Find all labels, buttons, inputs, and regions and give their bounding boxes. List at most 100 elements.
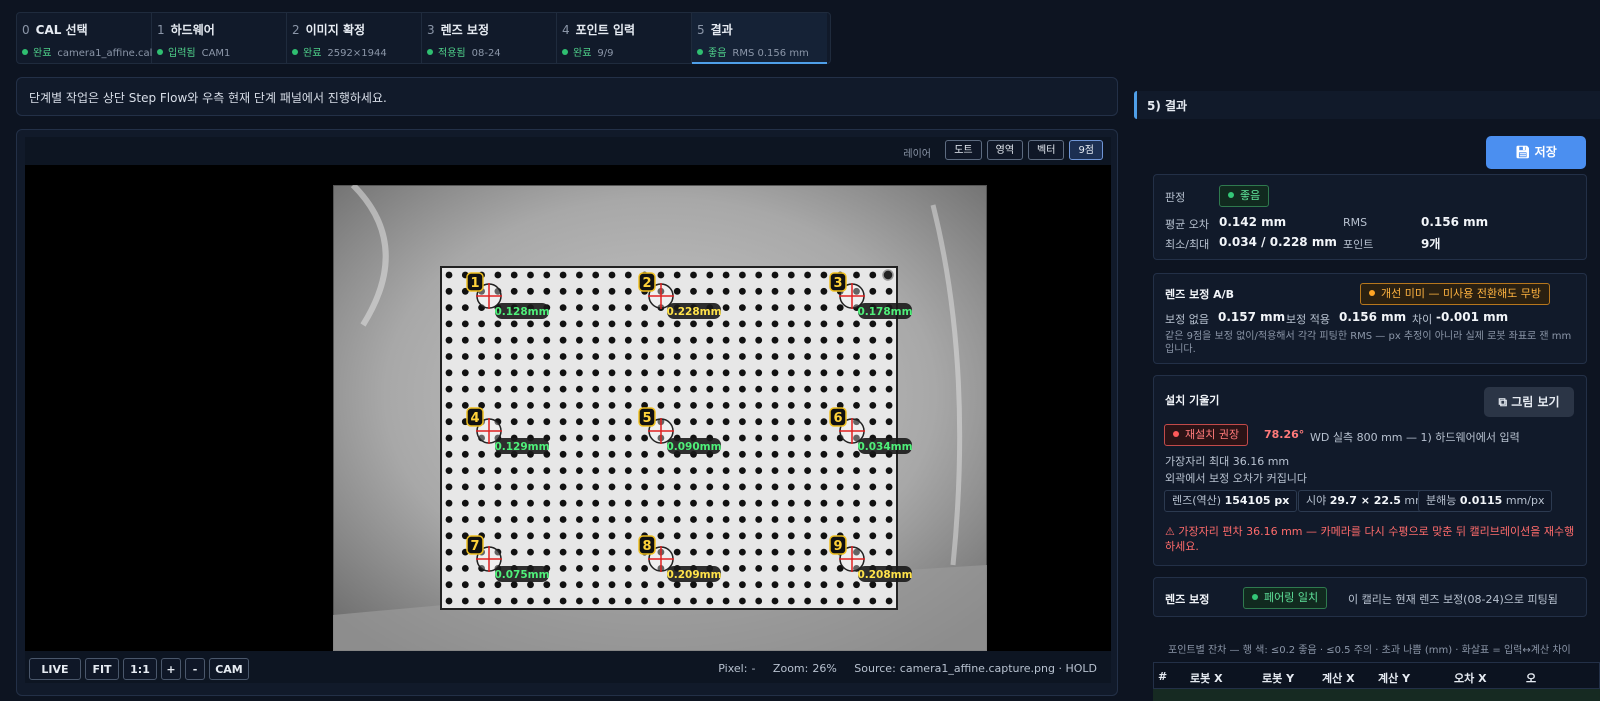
point-id-label: 2 <box>642 276 651 291</box>
step-0[interactable]: 0 CAL 선택완료 camera1_affine.cal <box>17 13 152 63</box>
step-status: 완료 9/9 <box>562 44 687 59</box>
status-dot-icon <box>697 49 703 55</box>
external-link-icon: ⧉ <box>1498 395 1508 409</box>
fov-chip: 시야 29.7 × 22.5 mm <box>1298 490 1434 512</box>
step-4[interactable]: 4 포인트 입력 완료 9/9 <box>557 13 692 63</box>
lens-ab-badge: 개선 미미 — 미사용 전환해도 무방 <box>1360 283 1551 305</box>
mean-value: 0.142 mm <box>1219 215 1287 229</box>
minmax-label: 최소/최대 <box>1165 238 1210 251</box>
step-2[interactable]: 2 이미지 확정완료 2592×1944 <box>287 13 422 63</box>
layer-button-0[interactable]: 도트 <box>945 140 982 160</box>
tilt-card: 설치 기울기 ⧉ 그림 보기 재설치 권장 78.26° WD 실측 800 m… <box>1153 375 1587 566</box>
lens-pairing-label: 렌즈 보정 <box>1165 593 1210 606</box>
panel-title: 5) 결과 <box>1134 91 1600 119</box>
step-status: 적용됨 08-24 <box>427 44 552 59</box>
zoom-in-button[interactable]: + <box>161 658 181 680</box>
column-header: 오 <box>1526 672 1537 685</box>
step-status: 완료 camera1_affine.cal <box>22 44 152 59</box>
point-error-label: 0.129mm <box>494 441 549 453</box>
step-title: 2 이미지 확정 <box>292 23 366 37</box>
tilt-warning: ⚠︎ 가장자리 편차 36.16 mm — 카메라를 다시 수평으로 맞춘 뒤 … <box>1165 525 1575 553</box>
zoom-out-button[interactable]: - <box>185 658 205 680</box>
column-header: 로봇 X <box>1190 672 1223 685</box>
step-title: 1 하드웨어 <box>157 23 215 37</box>
point-error-label: 0.209mm <box>666 569 721 581</box>
wd-note: WD 실측 800 mm — 1) 하드웨어에서 입력 <box>1310 431 1520 444</box>
lens-pairing-note: 이 캘리는 현재 렌즈 보정(08-24)으로 피팅됨 <box>1348 593 1558 606</box>
view-readout: Pixel: - Zoom: 26% Source: camera1_affine.c… <box>718 662 1101 675</box>
step-1[interactable]: 1 하드웨어입력됨 CAM1 <box>152 13 287 63</box>
status-dot-icon <box>157 49 163 55</box>
step-flow: 0 CAL 선택 완료 camera1_affine.cal 1 하드웨어 입력됨 CAM1 2… <box>16 12 831 64</box>
cam-button[interactable]: CAM <box>209 658 249 680</box>
save-label: 저장 <box>1534 145 1557 159</box>
point-id-label: 5 <box>642 411 651 426</box>
lens-on-label: 보정 적용 <box>1286 313 1330 326</box>
step-3[interactable]: 3 렌즈 보정적용됨 08-24 <box>422 13 557 63</box>
step-title: 0 CAL 선택 <box>22 23 88 37</box>
source-label: Source: <box>854 662 896 675</box>
edge-note: 외곽에서 보정 오차가 커집니다 <box>1165 472 1308 485</box>
lens-diff-value: -0.001 mm <box>1436 310 1509 324</box>
point-error-label: 0.208mm <box>857 569 912 581</box>
point-error-label: 0.034mm <box>857 441 912 453</box>
live-button[interactable]: LIVE <box>29 658 81 680</box>
status-dot-icon <box>562 49 568 55</box>
tilt-badge: 재설치 권장 <box>1164 424 1249 446</box>
warning-icon: ⚠︎ <box>1165 525 1175 538</box>
column-header: 오차 X <box>1454 672 1487 685</box>
layer-button-3[interactable]: 9점 <box>1069 140 1103 160</box>
step-status: 입력됨 CAM1 <box>157 44 282 59</box>
layer-buttons: 도트 영역 벡터 9점 <box>945 140 1103 160</box>
column-header: 계산 X <box>1322 672 1355 685</box>
point-id-label: 8 <box>642 539 651 554</box>
column-header: 계산 Y <box>1378 672 1411 685</box>
lens-pairing-card: 렌즈 보정 페어링 일치 이 캘리는 현재 렌즈 보정(08-24)으로 피팅됨 <box>1153 577 1587 617</box>
lens-ab-card: 렌즈 보정 A/B 개선 미미 — 미사용 전환해도 무방 보정 없음 0.15… <box>1153 273 1587 364</box>
hint-banner: 단계별 작업은 상단 Step Flow와 우측 현재 단계 패널에서 진행하세… <box>16 77 1118 116</box>
save-icon: 💾︎ <box>1515 145 1531 159</box>
layer-label: 레이어 <box>903 149 931 160</box>
zoom-label: Zoom: <box>772 662 809 675</box>
column-header: # <box>1158 670 1168 683</box>
save-button[interactable]: 💾︎ 저장 <box>1486 136 1586 169</box>
points-value: 9개 <box>1421 237 1441 251</box>
actual-size-button[interactable]: 1:1 <box>123 658 157 680</box>
step-title: 5 결과 <box>697 23 733 37</box>
step-title: 3 렌즈 보정 <box>427 23 489 37</box>
residual-note: 포인트별 잔차 — 행 색: ≤0.2 좋음 · ≤0.5 주의 · 초과 나쁨… <box>1168 645 1571 656</box>
point-error-label: 0.228mm <box>666 306 721 318</box>
rms-value: 0.156 mm <box>1421 215 1489 229</box>
point-id-label: 1 <box>470 276 479 291</box>
lens-ab-title: 렌즈 보정 A/B <box>1165 288 1235 301</box>
view-figure-button[interactable]: ⧉ 그림 보기 <box>1484 387 1574 417</box>
point-error-label: 0.128mm <box>494 306 549 318</box>
lens-on-value: 0.156 mm <box>1339 310 1407 324</box>
verdict-label: 판정 <box>1165 191 1186 204</box>
step-5[interactable]: 5 결과좋음 RMS 0.156 mm <box>692 13 827 64</box>
layer-toolbar: 레이어 도트 영역 벡터 9점 <box>25 137 1111 165</box>
step-status: 완료 2592×1944 <box>292 44 417 59</box>
view-controls: LIVE FIT 1:1 + - CAM Pixel: - Zoom: 26% So… <box>25 651 1111 683</box>
pixel-value: - <box>751 662 756 675</box>
point-id-label: 9 <box>833 539 842 554</box>
image-viewer: 레이어 도트 영역 벡터 9점 1 0.128mm 2 0.228mm 3 0.178mm 4 0.… <box>16 129 1118 696</box>
lens-off-label: 보정 없음 <box>1165 313 1209 326</box>
status-dot-icon <box>292 49 298 55</box>
column-header: 로봇 Y <box>1262 672 1295 685</box>
edge-max: 가장자리 최대 36.16 mm <box>1165 455 1290 468</box>
tilt-angle: 78.26° <box>1264 428 1305 441</box>
calibration-image[interactable]: 1 0.128mm 2 0.228mm 3 0.178mm 4 0.129mm 5 0.090mm… <box>333 185 987 651</box>
verdict-badge: 좋음 <box>1219 185 1270 207</box>
point-error-label: 0.178mm <box>857 306 912 318</box>
point-id-label: 4 <box>470 411 479 426</box>
layer-button-2[interactable]: 벡터 <box>1028 140 1065 160</box>
points-label: 포인트 <box>1343 238 1374 251</box>
point-error-label: 0.075mm <box>494 569 549 581</box>
source-value: camera1_affine.capture.png · HOLD <box>899 662 1097 675</box>
step-status: 좋음 RMS 0.156 mm <box>697 44 823 59</box>
layer-button-1[interactable]: 영역 <box>986 140 1024 160</box>
image-stage[interactable]: 1 0.128mm 2 0.228mm 3 0.178mm 4 0.129mm 5 0.090mm… <box>25 165 1111 651</box>
table-row[interactable] <box>1153 689 1600 701</box>
fit-button[interactable]: FIT <box>85 658 119 680</box>
